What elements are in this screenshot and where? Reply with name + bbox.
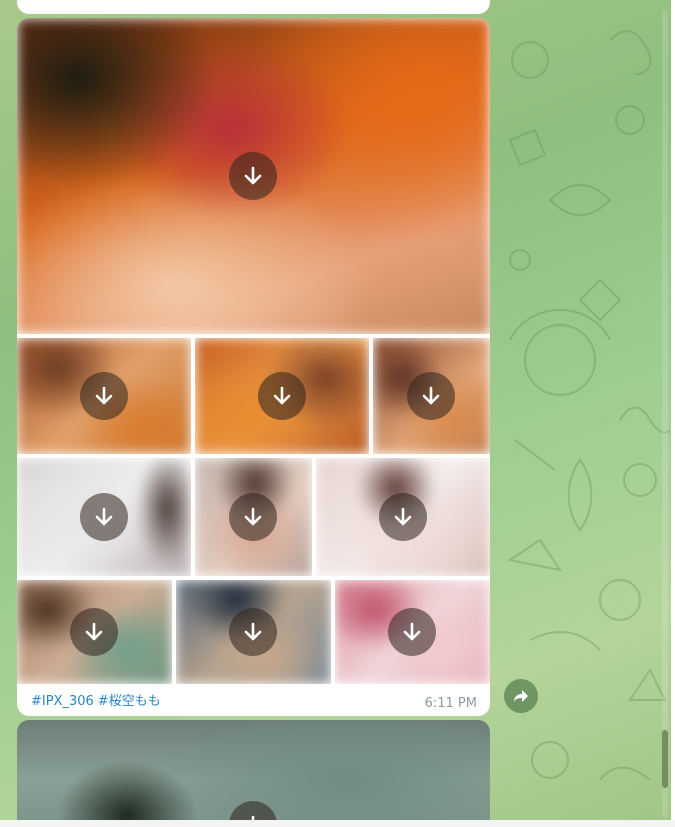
download-arrow-icon [403,622,421,641]
download-arrow-icon [244,622,262,641]
scrollbar-track[interactable] [662,10,668,818]
album-photo-7[interactable] [316,458,490,576]
message-timestamp: 6:11 PM [424,696,477,711]
forward-button[interactable] [504,679,538,713]
download-button[interactable] [229,493,277,541]
download-arrow-icon [244,507,262,526]
download-arrow-icon [95,507,113,526]
download-button[interactable] [229,152,277,200]
download-arrow-icon [394,507,412,526]
album-photo-2[interactable] [17,338,191,454]
download-button[interactable] [70,608,118,656]
bottom-edge [0,820,675,827]
download-button[interactable] [388,608,436,656]
download-button[interactable] [229,801,277,820]
message-caption: #IPX_306 #桜空もも [31,690,165,709]
download-button[interactable] [80,372,128,420]
scrollbar-thumb[interactable] [662,730,668,788]
download-arrow-icon [273,386,291,405]
download-button[interactable] [258,372,306,420]
album-photo-1[interactable] [17,18,490,334]
album-photo-10[interactable] [335,580,490,684]
download-arrow-icon [85,622,103,641]
album-photo-6[interactable] [195,458,312,576]
download-arrow-icon [95,386,113,405]
album-photo-4[interactable] [373,338,490,454]
album-photo-3[interactable] [195,338,369,454]
album-photo-8[interactable] [17,580,172,684]
next-media-message[interactable] [17,720,490,820]
download-button[interactable] [229,608,277,656]
download-button[interactable] [379,493,427,541]
hashtag-link[interactable]: #桜空もも [98,694,161,709]
download-arrow-icon [244,166,262,185]
album-photo-5[interactable] [17,458,191,576]
media-album-message: #IPX_306 #桜空もも 6:11 PM [17,18,490,716]
download-button[interactable] [407,372,455,420]
forward-arrow-icon [514,690,528,702]
window-edge [671,0,675,827]
previous-message-bubble [17,0,490,14]
hashtag-link[interactable]: #IPX_306 [31,694,94,709]
download-button[interactable] [80,493,128,541]
album-photo-9[interactable] [176,580,331,684]
download-arrow-icon [422,386,440,405]
